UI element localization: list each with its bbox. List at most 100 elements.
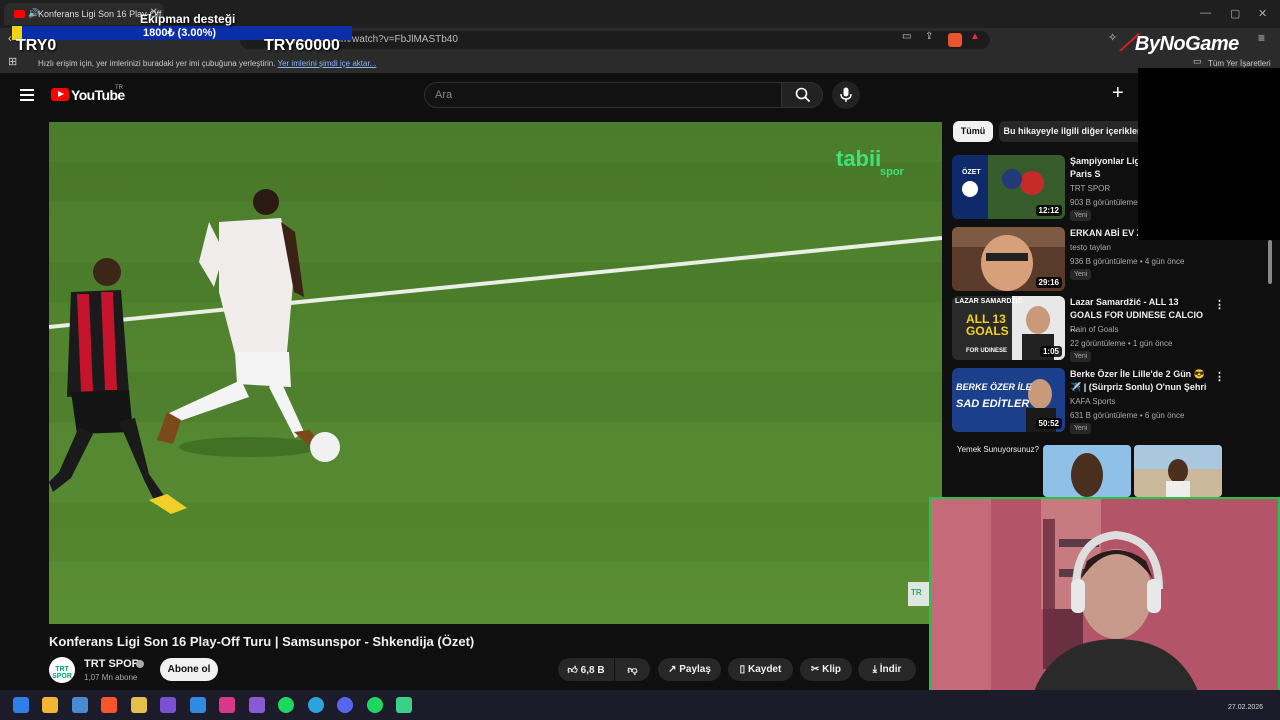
recommendation-channel[interactable]: KAFA Sports [1070, 397, 1115, 406]
share-page-icon[interactable]: ⇪ [925, 31, 933, 42]
more-options-icon[interactable]: ⋮ [1214, 298, 1225, 311]
close-window-icon[interactable]: ✕ [1258, 7, 1267, 20]
spotify-icon[interactable] [278, 697, 294, 713]
plus-icon[interactable]: + [1112, 83, 1124, 103]
bookmarks-bar: ⊞ Hızlı erişim için, yer imlerinizi bura… [0, 52, 1280, 74]
menu-hamburger-icon[interactable]: ≡ [1258, 31, 1265, 45]
clip-button[interactable]: ✂ Klip [800, 658, 852, 681]
thumbs-down-icon: 👎︎ [627, 665, 638, 676]
video-duration: 50:52 [1035, 418, 1062, 429]
like-count: 6,8 B [580, 665, 605, 676]
youtube-logo-icon[interactable] [51, 88, 69, 101]
subscriber-count: 1,07 Mn abone [84, 673, 138, 682]
paint-icon[interactable] [131, 697, 147, 713]
video-frame [49, 122, 942, 624]
clip-label: Klip [822, 664, 842, 675]
donation-goal-widget: Ekipman desteği 1800₺ (3.00%) [0, 12, 352, 40]
channel-avatar[interactable]: TRT SPOR [49, 657, 75, 683]
file-explorer-icon[interactable] [42, 697, 58, 713]
brave-icon[interactable] [101, 697, 117, 713]
bynogame-text: ByNoGame [1134, 33, 1239, 55]
bookmarks-message: Hızlı erişim için, yer imlerinizi burada… [38, 59, 376, 68]
all-bookmarks-button[interactable]: Tüm Yer İşaretleri [1208, 59, 1271, 68]
short-thumbnail[interactable] [1134, 445, 1222, 497]
video-thumbnail[interactable]: BERKE ÖZER İLE SAD EDİTLER 50:52 [952, 368, 1065, 432]
video-thumbnail[interactable]: ÖZET 12:12 [952, 155, 1065, 219]
recommendation-channel[interactable]: testo taylan [1070, 243, 1111, 252]
recommendation-title[interactable]: Berke Özer İle Lille'de 2 Gün 😎 ✈️ | (Sü… [1070, 368, 1210, 394]
minimize-icon[interactable]: — [1200, 7, 1211, 19]
windows-icon[interactable] [13, 697, 29, 713]
rewards-icon[interactable]: ▲ [970, 31, 980, 42]
short-image [1043, 445, 1131, 497]
extensions-icon[interactable]: ✧ [1108, 31, 1117, 44]
thumbnail-caption-2: SAD EDİTLER [956, 398, 1030, 410]
video-player[interactable] [49, 122, 942, 624]
save-label: Kaydet [747, 664, 782, 675]
visual-studio-icon[interactable] [160, 697, 176, 713]
bynogame-mark-icon: ⟋ [1120, 30, 1135, 55]
youtube-header: YouTube TR Ara + [0, 75, 1280, 115]
spotify-alt-icon[interactable] [367, 697, 383, 713]
taskbar-date: 27.02.2026 [1228, 704, 1264, 711]
import-bookmarks-link[interactable]: Yer imlerini şimdi içe aktar... [277, 59, 376, 68]
dislike-button[interactable]: 👎︎ [615, 658, 650, 681]
bookmarks-message-text: Hızlı erişim için, yer imlerinizi burada… [38, 59, 276, 68]
monitor-icon[interactable] [72, 697, 88, 713]
address-bar[interactable]: youtube.com/watch?v=FbJlMASTb40 [240, 31, 990, 49]
voice-search-button[interactable] [832, 81, 860, 109]
like-button[interactable]: 👍︎ 6,8 B [558, 658, 614, 681]
video-duration: 12:12 [1035, 205, 1062, 216]
chip-all[interactable]: Tümü [953, 121, 993, 142]
share-icon: ↗ [668, 664, 677, 675]
ad-slot [1138, 68, 1280, 240]
scrollbar-thumb[interactable] [1268, 240, 1272, 284]
video-duration: 29:16 [1035, 277, 1062, 288]
short-thumbnail[interactable] [1043, 445, 1131, 497]
goal-max-label: TRY60000 [264, 37, 340, 54]
channel-badge: TR [908, 582, 930, 606]
menu-icon[interactable] [20, 89, 34, 101]
bynogame-logo: ⟋ByNoGame [1120, 30, 1239, 56]
search-placeholder: Ara [435, 89, 453, 101]
thumbnail-caption-3: FOR UDINESE [966, 348, 1008, 354]
video-thumbnail[interactable]: LAZAR SAMARDŽIĆ ALL 13 GOALS FOR UDINESE… [952, 296, 1065, 360]
discord-icon[interactable] [337, 697, 353, 713]
chip-related[interactable]: Bu hikayeyle ilgili diğer içerikler [999, 121, 1145, 142]
recommendation-item[interactable]: LAZAR SAMARDŽIĆ ALL 13 GOALS FOR UDINESE… [952, 296, 1262, 362]
recommendation-channel[interactable]: Rain of Goals [1070, 325, 1118, 334]
tabii-spor-watermark: tabii spor [836, 146, 904, 178]
save-button[interactable]: ▯ Kaydet [728, 658, 793, 681]
scissors-icon: ✂ [810, 664, 820, 675]
mic-icon [840, 87, 852, 102]
new-badge: Yeni [1070, 269, 1092, 280]
telegram-icon[interactable] [308, 697, 324, 713]
download-button[interactable]: ⤓ İndir [858, 658, 916, 681]
recommendation-channel[interactable]: TRT SPOR [1070, 184, 1110, 193]
channel-name[interactable]: TRT SPOR [84, 658, 140, 670]
tabii-text: tabii [836, 146, 882, 171]
new-badge: Yeni [1070, 210, 1092, 221]
search-input[interactable]: Ara [424, 82, 782, 108]
instagram-icon[interactable] [219, 697, 235, 713]
vscode-icon[interactable] [190, 697, 206, 713]
more-options-icon[interactable]: ⋮ [1214, 370, 1225, 383]
apps-grid-icon[interactable]: ⊞ [8, 55, 17, 68]
download-label: İndir [879, 664, 902, 675]
picture-in-picture-icon[interactable]: ▭ [902, 31, 911, 42]
recommendation-item[interactable]: BERKE ÖZER İLE SAD EDİTLER 50:52 Berke Ö… [952, 368, 1262, 434]
brave-shields-icon[interactable] [948, 33, 962, 47]
maximize-icon[interactable]: ▢ [1230, 7, 1240, 20]
subscribe-button[interactable]: Abone ol [160, 658, 218, 681]
thumbnail-caption: ÖZET [962, 169, 981, 176]
search-button[interactable] [781, 82, 823, 108]
android-icon[interactable] [396, 697, 412, 713]
save-icon: ▯ [739, 664, 746, 675]
goal-min-label: TRY0 [16, 37, 57, 54]
pen-icon[interactable] [249, 697, 265, 713]
video-thumbnail[interactable]: 29:16 [952, 227, 1065, 291]
thumbnail-caption: BERKE ÖZER İLE [956, 382, 1032, 392]
share-button[interactable]: ↗ Paylaş [658, 658, 721, 681]
video-title: Konferans Ligi Son 16 Play-Off Turu | Sa… [49, 634, 475, 649]
thumbs-up-icon: 👍︎ [567, 665, 578, 676]
